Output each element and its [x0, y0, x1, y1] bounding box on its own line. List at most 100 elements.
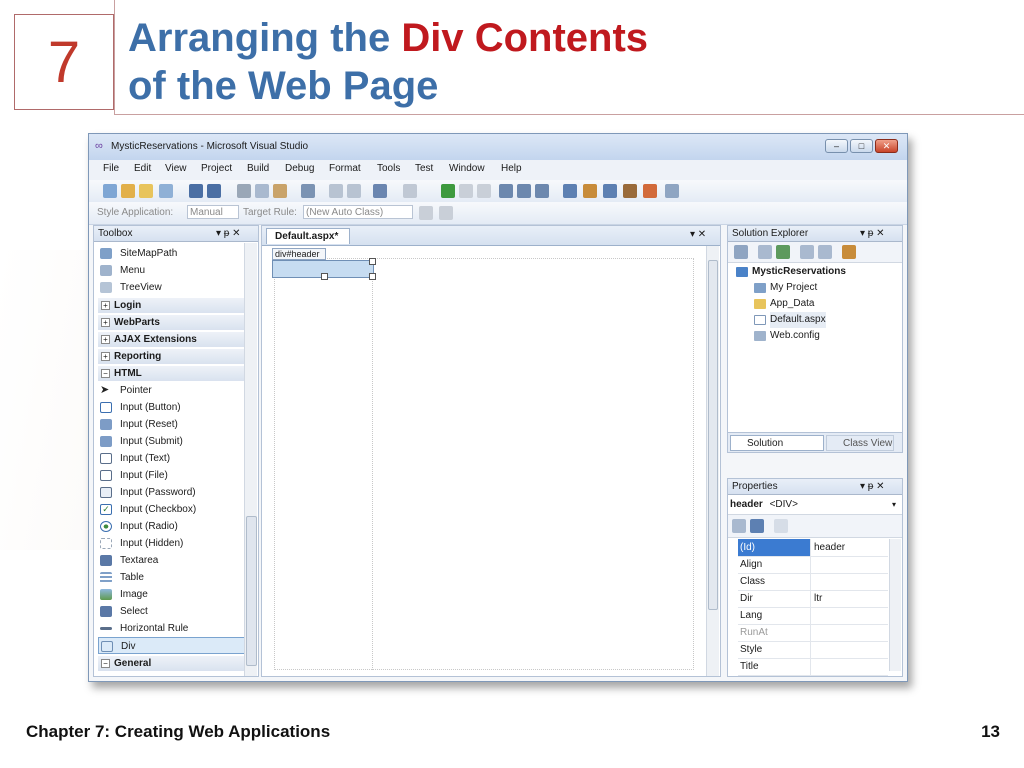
toolbox-item-pointer[interactable]: ➤ Pointer: [98, 382, 248, 399]
menu-format[interactable]: Format: [329, 163, 361, 174]
more-options-icon[interactable]: [665, 184, 679, 198]
copy-icon[interactable]: [255, 184, 269, 198]
step-over-icon[interactable]: [517, 184, 531, 198]
apply-style-icon[interactable]: [439, 206, 453, 220]
toolbox-group-webparts[interactable]: + WebParts: [98, 315, 244, 330]
add-item-icon[interactable]: [121, 184, 135, 198]
property-row[interactable]: Lang: [738, 607, 888, 625]
properties-controls[interactable]: ▾ ᵽ ✕: [860, 479, 885, 495]
pause-icon[interactable]: [459, 184, 473, 198]
show-all-files-icon[interactable]: [758, 245, 772, 259]
nest-related-files-icon[interactable]: [842, 245, 856, 259]
menu-help[interactable]: Help: [501, 163, 522, 174]
property-row[interactable]: Align: [738, 556, 888, 574]
toolbox-group-login[interactable]: + Login: [98, 298, 244, 313]
property-pages-icon[interactable]: [774, 519, 788, 533]
menu-build[interactable]: Build: [247, 163, 269, 174]
menu-test[interactable]: Test: [415, 163, 433, 174]
properties-icon[interactable]: [583, 184, 597, 198]
menu-tools[interactable]: Tools: [377, 163, 400, 174]
maximize-button[interactable]: □: [850, 139, 873, 153]
minimize-button[interactable]: –: [825, 139, 848, 153]
toolbox-group-html[interactable]: − HTML: [98, 366, 244, 381]
toolbox-item-textarea[interactable]: Textarea: [98, 552, 248, 569]
toolbox-item-select[interactable]: Select: [98, 603, 248, 620]
object-browser-icon[interactable]: [603, 184, 617, 198]
property-value[interactable]: header: [814, 539, 845, 556]
toolbox-item-sitemappath[interactable]: SiteMapPath: [98, 245, 248, 262]
menu-view[interactable]: View: [165, 163, 187, 174]
toolbox-item-input-password[interactable]: Input (Password): [98, 484, 248, 501]
start-debugging-icon[interactable]: [441, 184, 455, 198]
properties-scrollbar[interactable]: [889, 539, 901, 671]
toolbox-group-general[interactable]: − General: [98, 656, 244, 671]
stop-icon[interactable]: [477, 184, 491, 198]
redo-icon[interactable]: [403, 184, 417, 198]
uncomment-icon[interactable]: [347, 184, 361, 198]
categorized-icon[interactable]: [732, 519, 746, 533]
toolbox-item-input-file[interactable]: Input (File): [98, 467, 248, 484]
toolbox-scrollbar-thumb[interactable]: [246, 516, 257, 666]
resize-handle[interactable]: [369, 273, 376, 280]
properties-icon[interactable]: [734, 245, 748, 259]
target-rule-select[interactable]: (New Auto Class): [303, 205, 413, 219]
view-code-icon[interactable]: [800, 245, 814, 259]
property-row[interactable]: (Id) header: [738, 539, 888, 557]
paste-icon[interactable]: [273, 184, 287, 198]
open-folder-icon[interactable]: [139, 184, 153, 198]
tab-class-view[interactable]: Class View: [826, 435, 894, 451]
save-icon[interactable]: [189, 184, 203, 198]
style-application-select[interactable]: Manual: [187, 205, 239, 219]
new-project-icon[interactable]: [103, 184, 117, 198]
toolbox-item-input-checkbox[interactable]: ✓ Input (Checkbox): [98, 501, 248, 518]
editor-tab-controls[interactable]: ▾ ✕: [690, 229, 706, 240]
property-row[interactable]: Title: [738, 658, 888, 676]
menu-file[interactable]: File: [103, 163, 119, 174]
toolbox-item-input-button[interactable]: Input (Button): [98, 399, 248, 416]
view-designer-icon[interactable]: [818, 245, 832, 259]
alphabetical-icon[interactable]: [750, 519, 764, 533]
menu-window[interactable]: Window: [449, 163, 485, 174]
step-out-icon[interactable]: [535, 184, 549, 198]
undo-icon[interactable]: [373, 184, 387, 198]
menu-debug[interactable]: Debug: [285, 163, 314, 174]
menu-project[interactable]: Project: [201, 163, 232, 174]
toolbox-item-input-text[interactable]: Input (Text): [98, 450, 248, 467]
solution-explorer-icon[interactable]: [563, 184, 577, 198]
toolbox-item-treeview[interactable]: TreeView: [98, 279, 248, 296]
toolbox-item-table[interactable]: Table: [98, 569, 248, 586]
editor-scrollbar-thumb[interactable]: [708, 260, 718, 610]
toolbox-group-ajax-extensions[interactable]: + AJAX Extensions: [98, 332, 244, 347]
save-all-icon[interactable]: [207, 184, 221, 198]
toolbox-item-input-radio[interactable]: Input (Radio): [98, 518, 248, 535]
resize-handle[interactable]: [369, 258, 376, 265]
property-row[interactable]: Class: [738, 573, 888, 591]
property-value[interactable]: ltr: [814, 590, 822, 607]
menu-edit[interactable]: Edit: [134, 163, 151, 174]
comment-icon[interactable]: [329, 184, 343, 198]
new-style-icon[interactable]: [419, 206, 433, 220]
step-into-icon[interactable]: [499, 184, 513, 198]
toolbox-item-horizontal-rule[interactable]: Horizontal Rule: [98, 620, 248, 637]
resize-handle[interactable]: [321, 273, 328, 280]
toolbox-item-menu[interactable]: Menu: [98, 262, 248, 279]
toolbox-item-div[interactable]: Div: [98, 637, 248, 654]
toolbox-icon[interactable]: [623, 184, 637, 198]
add-icon[interactable]: [159, 184, 173, 198]
start-page-icon[interactable]: [643, 184, 657, 198]
toolbox-item-input-reset[interactable]: Input (Reset): [98, 416, 248, 433]
object-selector[interactable]: header <DIV> ▾: [728, 495, 902, 515]
property-row[interactable]: RunAt: [738, 624, 888, 642]
solution-explorer-controls[interactable]: ▾ ᵽ ✕: [860, 226, 885, 242]
toolbox-controls[interactable]: ▾ ᵽ ✕: [216, 226, 241, 242]
toolbox-group-reporting[interactable]: + Reporting: [98, 349, 244, 364]
toolbox-item-input-hidden[interactable]: Input (Hidden): [98, 535, 248, 552]
tab-default-aspx[interactable]: Default.aspx*: [266, 228, 350, 244]
toolbox-item-input-submit[interactable]: Input (Submit): [98, 433, 248, 450]
toolbox-item-image[interactable]: Image: [98, 586, 248, 603]
design-surface[interactable]: [274, 258, 694, 670]
div-header-element[interactable]: [272, 258, 376, 280]
property-row[interactable]: Style: [738, 641, 888, 659]
div-tag-label[interactable]: div#header: [272, 248, 326, 260]
close-button[interactable]: ✕: [875, 139, 898, 153]
